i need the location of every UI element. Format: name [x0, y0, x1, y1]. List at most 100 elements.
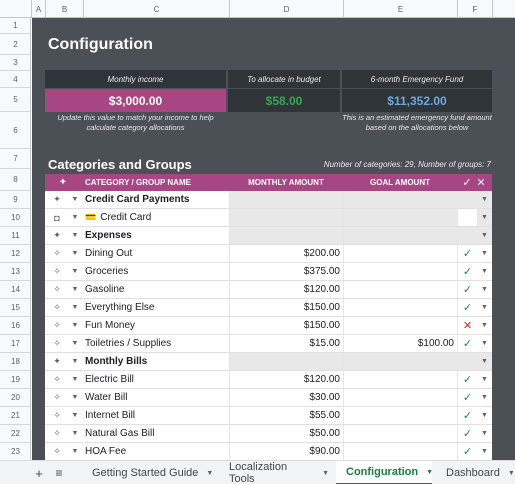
column-header-e[interactable]: E — [344, 0, 458, 18]
monthly-amount-cell[interactable]: $200.00 — [229, 245, 343, 262]
category-name[interactable]: Fun Money — [83, 317, 229, 334]
row-header[interactable]: 15 — [0, 299, 30, 317]
goal-amount-cell[interactable] — [343, 371, 457, 388]
select-all-corner[interactable] — [0, 0, 32, 18]
row-header[interactable]: 9 — [0, 191, 30, 209]
goal-amount-cell[interactable] — [343, 299, 457, 316]
row-header[interactable]: 12 — [0, 245, 30, 263]
row-header[interactable]: 21 — [0, 407, 30, 425]
chevron-down-icon[interactable]: ▼ — [477, 263, 492, 280]
row-header[interactable]: 6 — [0, 112, 30, 149]
drag-handle-icon[interactable]: ✧ — [45, 407, 69, 424]
row-dropdown-icon[interactable]: ▼ — [69, 191, 81, 208]
row-dropdown-icon[interactable]: ▼ — [69, 281, 81, 298]
row-dropdown-icon[interactable]: ▼ — [69, 443, 81, 460]
drag-handle-icon[interactable]: ✧ — [45, 263, 69, 280]
table-row[interactable]: ✧ ▼ HOA Fee $90.00 ✓ ▼ — [45, 443, 492, 460]
row-dropdown-icon[interactable]: ▼ — [69, 335, 81, 352]
monthly-amount-cell[interactable]: $375.00 — [229, 263, 343, 280]
goal-amount-cell[interactable] — [343, 227, 457, 244]
category-name[interactable]: Internet Bill — [83, 407, 229, 424]
chevron-down-icon[interactable]: ▼ — [477, 191, 492, 208]
group-row[interactable]: ✦ ▼ Expenses ▼ — [45, 227, 492, 245]
chevron-down-icon[interactable]: ▼ — [477, 281, 492, 298]
category-name[interactable]: Toiletries / Supplies — [83, 335, 229, 352]
group-row[interactable]: ✦ ▼ Credit Card Payments ▼ — [45, 191, 492, 209]
column-header-d[interactable]: D — [230, 0, 344, 18]
chevron-down-icon[interactable]: ▼ — [477, 425, 492, 442]
row-header[interactable]: 19 — [0, 371, 30, 389]
goal-amount-cell[interactable] — [343, 353, 457, 370]
monthly-amount-cell[interactable] — [229, 353, 343, 370]
goal-amount-cell[interactable] — [343, 281, 457, 298]
monthly-amount-cell[interactable]: $120.00 — [229, 281, 343, 298]
drag-handle-icon[interactable]: ✦ — [45, 353, 69, 370]
category-name[interactable]: Electric Bill — [83, 371, 229, 388]
row-dropdown-icon[interactable]: ▼ — [69, 407, 81, 424]
column-header-a[interactable]: A — [32, 0, 46, 18]
row-header[interactable]: 16 — [0, 317, 30, 335]
column-header-f[interactable]: F — [458, 0, 493, 18]
chevron-down-icon[interactable]: ▼ — [477, 371, 492, 388]
category-name[interactable]: HOA Fee — [83, 443, 229, 460]
goal-amount-cell[interactable] — [343, 317, 457, 334]
goal-amount-cell[interactable] — [343, 407, 457, 424]
column-header-b[interactable]: B — [46, 0, 84, 18]
category-name[interactable]: Dining Out — [83, 245, 229, 262]
row-header[interactable]: 8 — [0, 169, 30, 191]
chevron-down-icon[interactable]: ▼ — [477, 407, 492, 424]
table-row[interactable]: ✧ ▼ Internet Bill $55.00 ✓ ▼ — [45, 407, 492, 425]
tab-configuration[interactable]: Configuration ▼ — [336, 461, 433, 484]
table-row[interactable]: ✧ ▼ Toiletries / Supplies $15.00 $100.00 ✓ ▼ — [45, 335, 492, 353]
row-dropdown-icon[interactable]: ▼ — [69, 209, 81, 226]
chevron-down-icon[interactable]: ▼ — [477, 299, 492, 316]
category-name[interactable]: Gasoline — [83, 281, 229, 298]
category-name[interactable]: Natural Gas Bill — [83, 425, 229, 442]
tab-dashboard[interactable]: Dashboard ▼ — [436, 461, 515, 484]
row-header[interactable]: 18 — [0, 353, 30, 371]
table-row[interactable]: ✧ ▼ Gasoline $120.00 ✓ ▼ — [45, 281, 492, 299]
monthly-amount-cell[interactable]: $55.00 — [229, 407, 343, 424]
category-name[interactable]: Water Bill — [83, 389, 229, 406]
table-row[interactable]: ✧ ▼ Everything Else $150.00 ✓ ▼ — [45, 299, 492, 317]
table-row[interactable]: ✧ ▼ Natural Gas Bill $50.00 ✓ ▼ — [45, 425, 492, 443]
category-name[interactable]: 💳 Credit Card — [83, 209, 229, 226]
goal-amount-cell[interactable] — [343, 191, 457, 208]
row-header[interactable]: 17 — [0, 335, 30, 353]
monthly-amount-cell[interactable] — [229, 227, 343, 244]
group-name[interactable]: Expenses — [83, 227, 229, 244]
drag-handle-icon[interactable]: ✦ — [45, 227, 69, 244]
chevron-down-icon[interactable]: ▼ — [477, 317, 492, 334]
table-row[interactable]: ✧ ▼ Groceries $375.00 ✓ ▼ — [45, 263, 492, 281]
goal-amount-cell[interactable]: $100.00 — [343, 335, 457, 352]
column-header-c[interactable]: C — [84, 0, 230, 18]
row-header[interactable]: 2 — [0, 34, 30, 55]
row-dropdown-icon[interactable]: ▼ — [69, 353, 81, 370]
row-header[interactable]: 20 — [0, 389, 30, 407]
monthly-amount-cell[interactable]: $120.00 — [229, 371, 343, 388]
goal-amount-cell[interactable] — [343, 263, 457, 280]
row-dropdown-icon[interactable]: ▼ — [69, 263, 81, 280]
row-header[interactable]: 10 — [0, 209, 30, 227]
row-header[interactable]: 5 — [0, 88, 30, 112]
drag-handle-icon[interactable]: ✧ — [45, 371, 69, 388]
chevron-down-icon[interactable]: ▼ — [477, 245, 492, 262]
row-header[interactable]: 13 — [0, 263, 30, 281]
chevron-down-icon[interactable]: ▼ — [477, 353, 492, 370]
drag-handle-icon[interactable]: ✧ — [45, 443, 69, 460]
table-row[interactable]: ✧ ▼ Dining Out $200.00 ✓ ▼ — [45, 245, 492, 263]
all-sheets-button[interactable]: ≡ — [50, 464, 68, 482]
drag-handle-icon[interactable]: ✧ — [45, 425, 69, 442]
drag-handle-icon[interactable]: ✧ — [45, 317, 69, 334]
drag-handle-icon[interactable]: ✧ — [45, 281, 69, 298]
row-header[interactable]: 22 — [0, 425, 30, 443]
group-row[interactable]: ✦ ▼ Monthly Bills ▼ — [45, 353, 492, 371]
monthly-amount-cell[interactable]: $150.00 — [229, 317, 343, 334]
group-name[interactable]: Monthly Bills — [83, 353, 229, 370]
row-header[interactable]: 23 — [0, 443, 30, 460]
row-dropdown-icon[interactable]: ▼ — [69, 245, 81, 262]
row-header[interactable]: 7 — [0, 149, 30, 169]
chevron-down-icon[interactable]: ▼ — [477, 443, 492, 460]
monthly-amount-cell[interactable]: $30.00 — [229, 389, 343, 406]
row-dropdown-icon[interactable]: ▼ — [69, 371, 81, 388]
